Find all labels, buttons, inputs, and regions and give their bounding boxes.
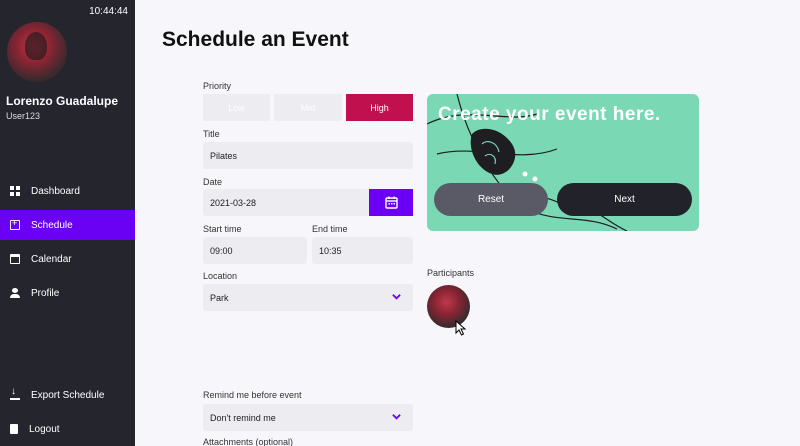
nav-label: Profile [31, 287, 60, 299]
add-schedule-icon [10, 218, 20, 230]
banner-title: Create your event here. [438, 104, 661, 125]
remind-select[interactable]: Don't remind me [203, 404, 413, 431]
end-time-input[interactable]: 10:35 [312, 237, 413, 264]
priority-high-button[interactable]: High [346, 94, 413, 121]
calendar-icon [10, 254, 20, 264]
start-time-label: Start time [203, 224, 242, 234]
date-picker-button[interactable] [369, 189, 413, 216]
title-label: Title [203, 129, 220, 139]
location-value: Park [210, 292, 229, 303]
user-name: Lorenzo Guadalupe [6, 94, 119, 108]
remind-value: Don't remind me [210, 412, 276, 423]
user-handle: User123 [6, 111, 41, 121]
nav-item-export[interactable]: Export Schedule [0, 380, 135, 410]
nav-label: Schedule [31, 219, 73, 231]
location-select[interactable]: Park [203, 284, 413, 311]
download-icon [10, 386, 20, 400]
participants-label: Participants [427, 268, 475, 278]
person-icon [10, 288, 20, 298]
title-value: Pilates [210, 150, 238, 161]
event-banner: Create your event here. Reset Next [427, 94, 699, 231]
clock: 10:44:44 [89, 6, 128, 17]
sidebar: 10:44:44 Lorenzo Guadalupe User123 Dashb… [0, 0, 135, 446]
chevron-down-icon [392, 414, 401, 420]
date-value: 2021-03-28 [210, 197, 257, 208]
remind-label: Remind me before event [203, 390, 302, 400]
nav-item-calendar[interactable]: Calendar [0, 244, 135, 274]
logout-icon [10, 424, 18, 434]
priority-label: Priority [203, 81, 232, 91]
priority-mid-button[interactable]: Mid [274, 94, 342, 121]
calendar-icon [384, 196, 398, 209]
nav-label: Calendar [31, 253, 72, 265]
nav-item-dashboard[interactable]: Dashboard [0, 176, 135, 206]
location-label: Location [203, 271, 238, 281]
title-input[interactable]: Pilates [203, 142, 413, 169]
reset-button[interactable]: Reset [434, 183, 548, 216]
end-time-label: End time [312, 224, 348, 234]
nav-item-profile[interactable]: Profile [0, 278, 135, 308]
end-time-value: 10:35 [319, 245, 342, 256]
nav-label: Dashboard [31, 185, 80, 197]
nav-label: Export Schedule [31, 389, 105, 401]
date-input[interactable]: 2021-03-28 [203, 189, 369, 216]
next-button[interactable]: Next [557, 183, 692, 216]
chevron-down-icon [392, 294, 401, 300]
nav-item-logout[interactable]: Logout [0, 414, 135, 444]
priority-low-button[interactable]: Low [203, 94, 270, 121]
start-time-input[interactable]: 09:00 [203, 237, 307, 264]
dashboard-icon [10, 186, 20, 196]
attachments-label: Attachments (optional) [203, 437, 294, 446]
nav-item-schedule[interactable]: Schedule [0, 210, 135, 240]
avatar [7, 22, 67, 82]
date-label: Date [203, 177, 223, 187]
page-title: Schedule an Event [162, 28, 349, 51]
nav-label: Logout [29, 423, 60, 435]
mouse-cursor-icon [455, 320, 467, 336]
start-time-value: 09:00 [210, 245, 233, 256]
